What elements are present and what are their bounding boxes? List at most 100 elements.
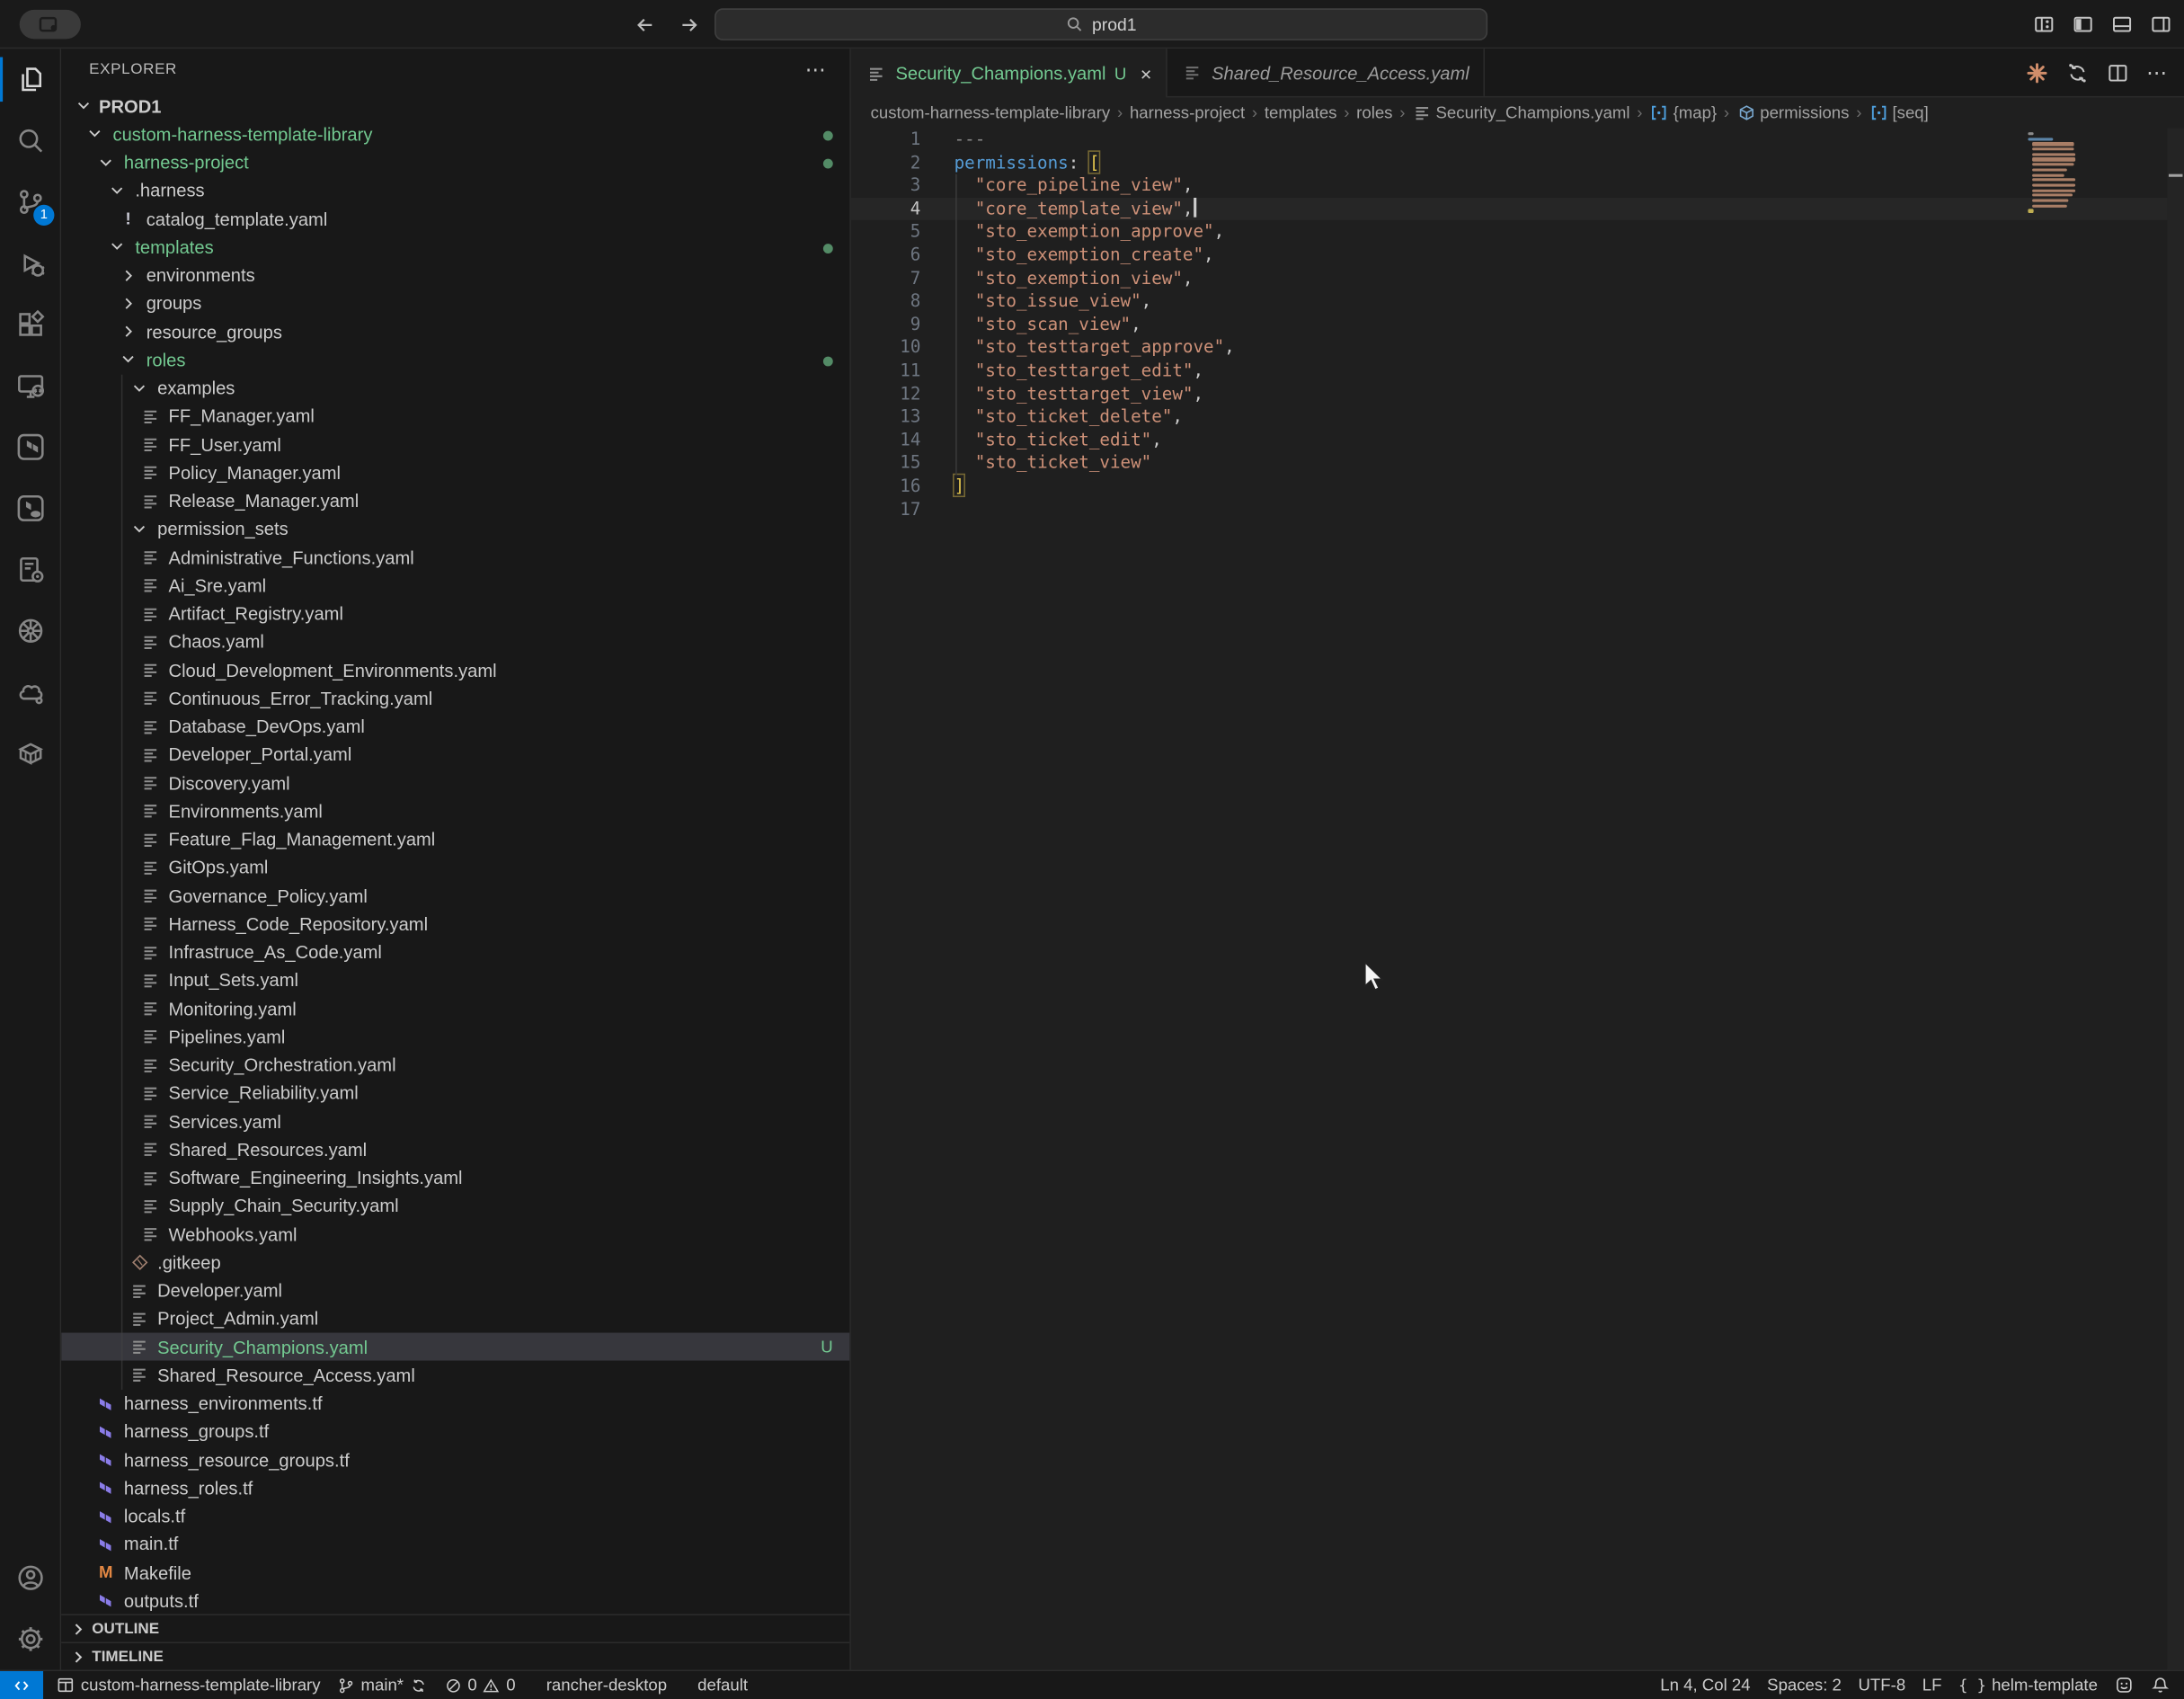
tree-item[interactable]: main.tf xyxy=(61,1530,849,1558)
code-editor[interactable]: 1---2permissions: [3 "core_pipeline_view… xyxy=(851,129,2184,1670)
tree-item[interactable]: !catalog_template.yaml xyxy=(61,205,849,233)
code-line[interactable]: 2permissions: [ xyxy=(851,151,2184,174)
tree-item[interactable]: Governance_Policy.yaml xyxy=(61,882,849,910)
tree-item[interactable]: Harness_Code_Repository.yaml xyxy=(61,910,849,938)
remote-indicator[interactable] xyxy=(0,1671,43,1699)
activity-item-task-file[interactable] xyxy=(0,539,60,600)
indentation[interactable]: Spaces: 2 xyxy=(1759,1671,1850,1699)
tree-item[interactable]: Policy_Manager.yaml xyxy=(61,458,849,486)
tree-item[interactable]: harness_roles.tf xyxy=(61,1473,849,1501)
tree-item[interactable]: permission_sets xyxy=(61,515,849,543)
code-line[interactable]: 12 "sto_testtarget_view", xyxy=(851,382,2184,405)
breadcrumb-item[interactable]: roles xyxy=(1356,103,1392,123)
tree-item[interactable]: Developer.yaml xyxy=(61,1276,849,1304)
tree-item[interactable]: resource_groups xyxy=(61,317,849,345)
activity-item-containers[interactable] xyxy=(0,723,60,784)
more-actions-icon[interactable]: ⋯ xyxy=(2146,60,2167,85)
activity-item-remote-explorer[interactable] xyxy=(0,355,60,416)
explorer-more-actions-icon[interactable]: ⋯ xyxy=(805,58,828,83)
tree-item[interactable]: harness_resource_groups.tf xyxy=(61,1445,849,1473)
tree-item[interactable]: Infrastruce_As_Code.yaml xyxy=(61,938,849,965)
tree-item[interactable]: outputs.tf xyxy=(61,1587,849,1614)
activity-item-cloud-tool[interactable] xyxy=(0,662,60,723)
tree-item[interactable]: Webhooks.yaml xyxy=(61,1220,849,1248)
tree-item[interactable]: locals.tf xyxy=(61,1502,849,1530)
tree-item[interactable]: harness_groups.tf xyxy=(61,1418,849,1445)
outline-panel-header[interactable]: OUTLINE xyxy=(61,1614,849,1641)
breadcrumb-item[interactable]: permissions xyxy=(1736,103,1850,123)
activity-item-terraform[interactable] xyxy=(0,416,60,477)
code-line[interactable]: 15 "sto_ticket_view" xyxy=(851,451,2184,475)
window-control-pill[interactable] xyxy=(20,10,81,40)
tree-item[interactable]: MMakefile xyxy=(61,1558,849,1586)
tree-item[interactable]: .harness xyxy=(61,176,849,204)
eol-indicator[interactable]: LF xyxy=(1913,1671,1949,1699)
tree-item[interactable]: FF_User.yaml xyxy=(61,431,849,458)
tree-item[interactable]: Pipelines.yaml xyxy=(61,1022,849,1050)
tab-shared-resource-access[interactable]: Shared_Resource_Access.yaml xyxy=(1167,49,1484,96)
activity-item-kubernetes[interactable] xyxy=(0,600,60,662)
breadcrumb-item[interactable]: Security_Champions.yaml xyxy=(1412,103,1629,123)
tree-item[interactable]: Ai_Sre.yaml xyxy=(61,572,849,600)
back-arrow-icon[interactable] xyxy=(634,13,656,36)
tree-item[interactable]: Database_DevOps.yaml xyxy=(61,712,849,740)
sync-view-icon[interactable] xyxy=(2065,60,2089,84)
tree-item[interactable]: templates xyxy=(61,233,849,261)
tree-item[interactable]: Input_Sets.yaml xyxy=(61,966,849,994)
notifications-bell-icon[interactable] xyxy=(2143,1671,2184,1699)
breadcrumb-item[interactable]: harness-project xyxy=(1130,103,1245,123)
tree-item[interactable]: Cloud_Development_Environments.yaml xyxy=(61,656,849,684)
tree-item[interactable]: Administrative_Functions.yaml xyxy=(61,543,849,571)
tree-item[interactable]: GitOps.yaml xyxy=(61,853,849,881)
code-line[interactable]: 14 "sto_ticket_edit", xyxy=(851,429,2184,452)
forward-arrow-icon[interactable] xyxy=(679,13,701,36)
tree-item[interactable]: Shared_Resource_Access.yaml xyxy=(61,1361,849,1389)
toggle-panel-icon[interactable] xyxy=(2110,13,2134,36)
tree-item[interactable]: Security_Champions.yamlU xyxy=(61,1333,849,1361)
encoding[interactable]: UTF-8 xyxy=(1850,1671,1913,1699)
tree-item[interactable]: Chaos.yaml xyxy=(61,627,849,655)
tree-item[interactable]: roles xyxy=(61,346,849,374)
tree-item[interactable]: Feature_Flag_Management.yaml xyxy=(61,825,849,853)
breadcrumb-item[interactable]: {map} xyxy=(1649,103,1717,123)
feedback-smiley-icon[interactable] xyxy=(2106,1671,2142,1699)
activity-item-search[interactable] xyxy=(0,110,60,171)
tree-item[interactable]: Shared_Resources.yaml xyxy=(61,1135,849,1163)
activity-item-source-control[interactable]: 1 xyxy=(0,172,60,233)
code-line[interactable]: 10 "sto_testtarget_approve", xyxy=(851,336,2184,360)
code-line[interactable]: 5 "sto_exemption_approve", xyxy=(851,220,2184,244)
language-mode[interactable]: { } helm-template xyxy=(1950,1671,2106,1699)
tree-item[interactable]: Monitoring.yaml xyxy=(61,994,849,1022)
tree-item[interactable]: environments xyxy=(61,261,849,289)
activity-item-extensions[interactable] xyxy=(0,294,60,355)
tree-item[interactable]: Security_Orchestration.yaml xyxy=(61,1051,849,1079)
tree-item[interactable]: harness-project xyxy=(61,148,849,176)
command-center-search[interactable]: prod1 xyxy=(715,8,1487,40)
tree-item[interactable]: Supply_Chain_Security.yaml xyxy=(61,1192,849,1220)
activity-item-accounts[interactable] xyxy=(0,1547,60,1608)
tree-item[interactable]: .gitkeep xyxy=(61,1248,849,1276)
customize-layout-icon[interactable] xyxy=(2032,13,2055,36)
tree-item[interactable]: PROD1 xyxy=(61,92,849,120)
tab-security-champions[interactable]: Security_Champions.yaml U × xyxy=(851,49,1167,97)
code-line[interactable]: 7 "sto_exemption_view", xyxy=(851,267,2184,290)
workspace-indicator[interactable]: custom-harness-template-library xyxy=(48,1671,329,1699)
code-line[interactable]: 11 "sto_testtarget_edit", xyxy=(851,360,2184,383)
tree-item[interactable]: Software_Engineering_Insights.yaml xyxy=(61,1163,849,1191)
editor-scrollbar[interactable] xyxy=(2167,129,2184,1670)
code-line[interactable]: 9 "sto_scan_view", xyxy=(851,313,2184,336)
tree-item[interactable]: groups xyxy=(61,289,849,317)
tree-item[interactable]: Continuous_Error_Tracking.yaml xyxy=(61,684,849,712)
kube-namespace[interactable]: default xyxy=(689,1671,756,1699)
tree-item[interactable]: FF_Manager.yaml xyxy=(61,402,849,430)
activity-item-run-debug[interactable] xyxy=(0,233,60,294)
tree-item[interactable]: harness_environments.tf xyxy=(61,1389,849,1417)
code-line[interactable]: 16] xyxy=(851,475,2184,498)
activity-item-terraform-cloud[interactable] xyxy=(0,477,60,538)
tree-item[interactable]: Services.yaml xyxy=(61,1107,849,1135)
code-line[interactable]: 4 "core_template_view", xyxy=(851,198,2184,221)
tree-item[interactable]: custom-harness-template-library xyxy=(61,120,849,148)
tree-item[interactable]: Project_Admin.yaml xyxy=(61,1304,849,1332)
problems-status[interactable]: 0 0 xyxy=(436,1671,524,1699)
code-line[interactable]: 8 "sto_issue_view", xyxy=(851,289,2184,313)
